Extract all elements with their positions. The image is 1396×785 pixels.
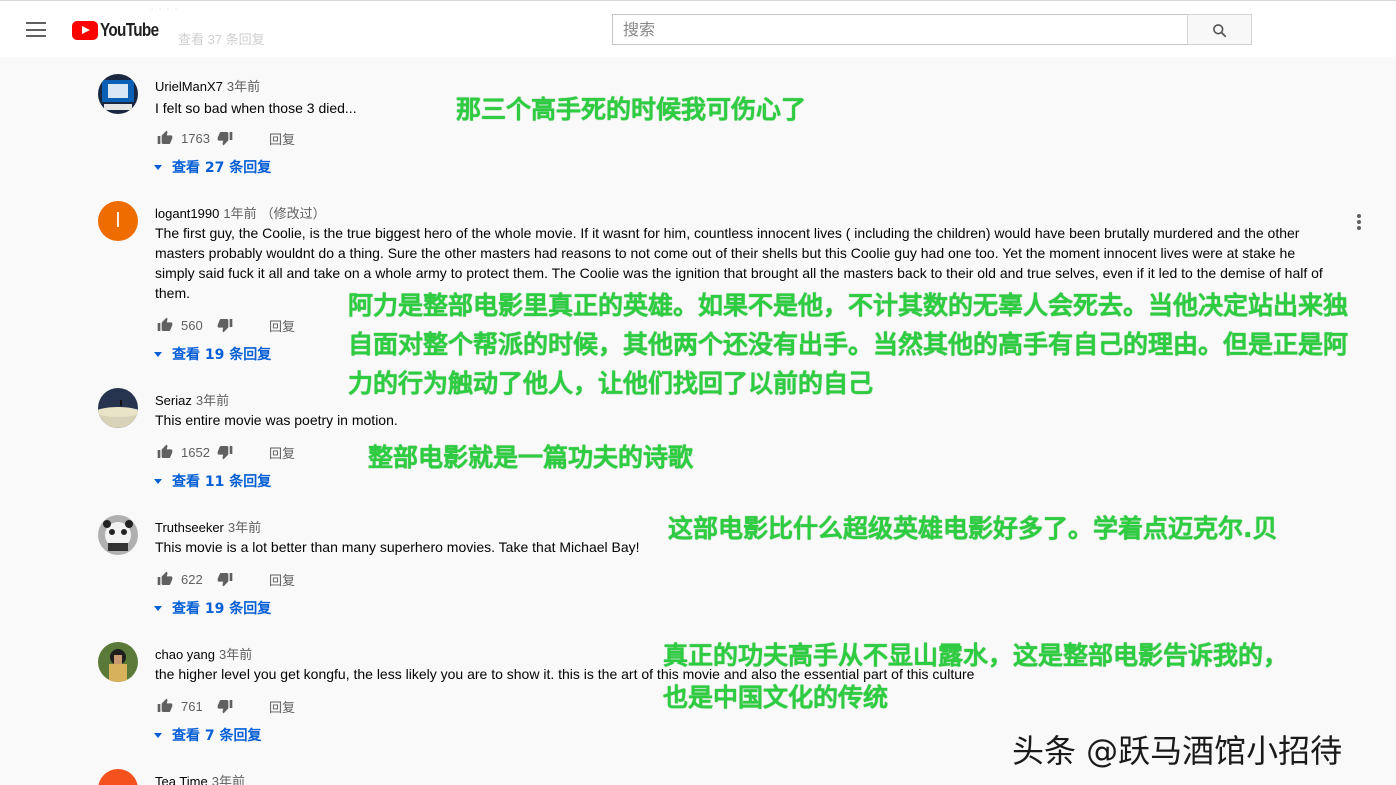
edited-label: （修改过） — [260, 206, 326, 221]
caret-down-icon — [154, 732, 162, 738]
like-count: 622 — [181, 571, 203, 587]
comment-time[interactable]: 1年前 — [223, 206, 256, 221]
thumbs-down-icon — [217, 573, 233, 587]
comment-time[interactable]: 3年前 — [219, 647, 252, 662]
view-replies-button[interactable]: 查看 19 条回复 — [154, 598, 271, 618]
comment-actions: 1763 回复 — [155, 126, 295, 150]
reply-button[interactable]: 回复 — [269, 129, 295, 148]
view-replies-label: 查看 11 条回复 — [172, 474, 272, 490]
search-icon — [1213, 24, 1227, 38]
hamburger-menu-icon[interactable] — [26, 22, 46, 37]
like-count: 761 — [181, 698, 203, 714]
view-replies-label: 查看 27 条回复 — [172, 160, 272, 176]
logo-text: YouTube — [100, 19, 159, 40]
annotation-text: 整部电影就是一篇功夫的诗歌 — [368, 443, 694, 472]
dislike-button[interactable] — [215, 315, 235, 335]
comment-author[interactable]: logant1990 — [155, 206, 219, 221]
comment-header: logant1990 1年前 （修改过） — [155, 203, 326, 222]
view-replies-button[interactable]: 查看 11 条回复 — [154, 471, 271, 491]
comment-header: Tea Time 3年前 — [155, 771, 245, 785]
annotation-text: 真正的功夫高手从不显山露水，这是整部电影告诉我的， — [663, 641, 1289, 670]
view-replies-label: 查看 19 条回复 — [172, 347, 272, 363]
thumbs-down-icon — [217, 700, 233, 714]
view-replies-label: 查看 7 条回复 — [172, 728, 262, 744]
avatar[interactable] — [98, 388, 138, 428]
caret-down-icon — [154, 605, 162, 611]
more-actions-icon[interactable] — [1355, 214, 1363, 232]
caret-down-icon — [154, 164, 162, 170]
faded-text-above: · · · · — [150, 1, 179, 16]
like-button[interactable] — [155, 696, 175, 716]
comment-actions: 1652 回复 — [155, 440, 295, 464]
like-button[interactable] — [155, 442, 175, 462]
avatar[interactable] — [98, 769, 138, 785]
like-button[interactable] — [155, 128, 175, 148]
reply-button[interactable]: 回复 — [269, 443, 295, 462]
comment-header: UrielManX7 3年前 — [155, 76, 260, 95]
view-replies-button[interactable]: 查看 27 条回复 — [154, 157, 271, 177]
like-count: 560 — [181, 317, 203, 333]
comment-author[interactable]: Tea Time — [155, 774, 208, 785]
dislike-button[interactable] — [215, 569, 235, 589]
like-count: 1652 — [181, 444, 210, 460]
like-count: 1763 — [181, 130, 210, 146]
avatar[interactable]: l — [98, 201, 138, 241]
comment-header: Seriaz 3年前 — [155, 390, 229, 409]
avatar[interactable] — [98, 515, 138, 555]
comment-actions: 761 回复 — [155, 694, 295, 718]
masthead: YouTube · · · · 查看 37 条回复 搜索 — [0, 0, 1396, 57]
avatar-letter: l — [115, 209, 121, 232]
watermark-text: 头条 @跃马酒馆小招待 — [1012, 732, 1343, 770]
dislike-button[interactable] — [215, 442, 235, 462]
comment-time[interactable]: 3年前 — [227, 79, 260, 94]
thumbs-up-icon — [157, 444, 173, 458]
dislike-button[interactable] — [215, 128, 235, 148]
faded-view-replies: 查看 37 条回复 — [178, 32, 265, 47]
thumbs-up-icon — [157, 571, 173, 585]
thumbs-up-icon — [157, 698, 173, 712]
comment-time[interactable]: 3年前 — [212, 774, 245, 785]
view-replies-button[interactable]: 查看 19 条回复 — [154, 344, 271, 364]
annotation-text: 自面对整个帮派的时候，其他两个还没有出手。当然其他的高手有自己的理由。但是正是阿 — [348, 330, 1349, 359]
reply-button[interactable]: 回复 — [269, 570, 295, 589]
thumbs-down-icon — [217, 446, 233, 460]
comment-text: This entire movie was poetry in motion. — [155, 412, 398, 428]
search-input[interactable]: 搜索 — [612, 14, 1188, 45]
youtube-play-icon — [72, 20, 98, 40]
annotation-text: 那三个高手死的时候我可伤心了 — [456, 95, 807, 124]
search-button[interactable] — [1187, 14, 1252, 45]
annotation-text: 也是中国文化的传统 — [663, 683, 889, 712]
comment-author[interactable]: chao yang — [155, 647, 215, 662]
like-button[interactable] — [155, 315, 175, 335]
annotation-text: 这部电影比什么超级英雄电影好多了。学着点迈克尔.贝 — [668, 514, 1278, 543]
view-replies-button[interactable]: 查看 7 条回复 — [154, 725, 262, 745]
avatar[interactable] — [98, 74, 138, 114]
annotation-text: 力的行为触动了他人，让他们找回了以前的自己 — [348, 369, 874, 398]
thumbs-up-icon — [157, 130, 173, 144]
comment-header: chao yang 3年前 — [155, 644, 252, 663]
caret-down-icon — [154, 351, 162, 357]
avatar[interactable] — [98, 642, 138, 682]
comment-header: Truthseeker 3年前 — [155, 517, 261, 536]
comment-actions: 560 回复 — [155, 313, 295, 337]
like-button[interactable] — [155, 569, 175, 589]
comment-actions: 622 回复 — [155, 567, 295, 591]
comment-time[interactable]: 3年前 — [228, 520, 261, 535]
reply-button[interactable]: 回复 — [269, 316, 295, 335]
thumbs-up-icon — [157, 317, 173, 331]
reply-button[interactable]: 回复 — [269, 697, 295, 716]
view-replies-label: 查看 19 条回复 — [172, 601, 272, 617]
youtube-logo[interactable]: YouTube — [72, 19, 169, 41]
dislike-button[interactable] — [215, 696, 235, 716]
thumbs-down-icon — [217, 132, 233, 146]
comment-author[interactable]: Seriaz — [155, 393, 192, 408]
annotation-text: 阿力是整部电影里真正的英雄。如果不是他，不计其数的无辜人会死去。当他决定站出来独 — [348, 291, 1349, 320]
caret-down-icon — [154, 478, 162, 484]
comment-time[interactable]: 3年前 — [196, 393, 229, 408]
thumbs-down-icon — [217, 319, 233, 333]
comment-author[interactable]: UrielManX7 — [155, 79, 223, 94]
comment-author[interactable]: Truthseeker — [155, 520, 224, 535]
